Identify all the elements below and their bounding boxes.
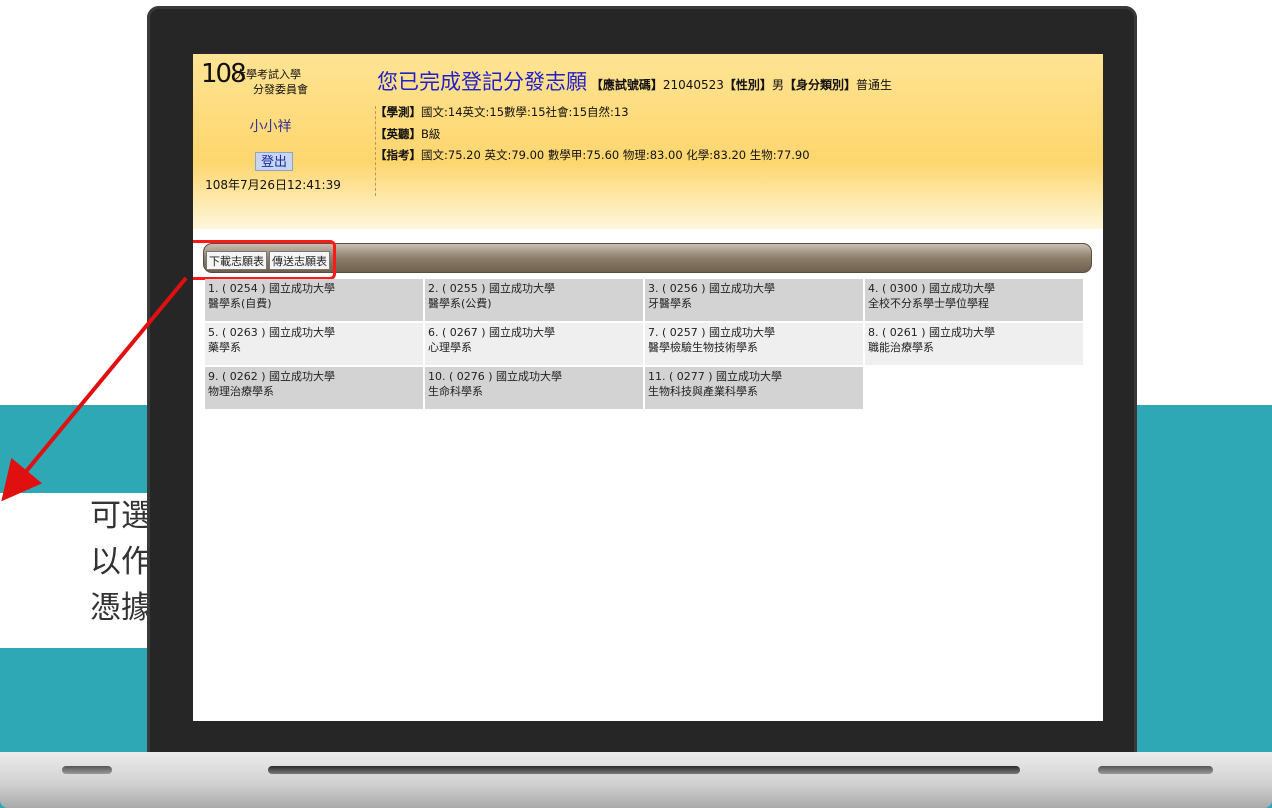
choice-dept: 醫學系(自費) xyxy=(208,297,272,310)
choice-school: 2. ( 0255 ) 國立成功大學 xyxy=(428,282,556,295)
choice-dept: 心理學系 xyxy=(428,341,472,354)
zhike-line: 【指考】國文:75.20 英文:79.00 數學甲:75.60 物理:83.00… xyxy=(375,147,810,163)
choice-item: 1. ( 0254 ) 國立成功大學 醫學系(自費) xyxy=(205,279,423,321)
toolbar xyxy=(203,243,1092,273)
user-name: 小小祥 xyxy=(249,119,292,135)
choice-school: 8. ( 0261 ) 國立成功大學 xyxy=(868,326,996,339)
choice-dept: 職能治療學系 xyxy=(868,341,934,354)
callout-line: 可選 xyxy=(90,498,152,534)
gender-value: 男 xyxy=(771,78,784,92)
choice-dept: 全校不分系學士學位學程 xyxy=(868,297,989,310)
zhike-scores: 國文:75.20 英文:79.00 數學甲:75.60 物理:83.00 化學:… xyxy=(421,148,810,162)
choice-school: 9. ( 0262 ) 國立成功大學 xyxy=(208,370,336,383)
title-line: 您已完成登記分發志願 【應試號碼】21040523【性別】男【身分類別】普通生 xyxy=(377,66,892,96)
listening-grade: B級 xyxy=(421,127,441,141)
choice-item: 2. ( 0255 ) 國立成功大學 醫學系(公費) xyxy=(425,279,643,321)
exam-number: 21040523 xyxy=(662,78,724,92)
field-label: 【英聽】 xyxy=(375,127,421,141)
choice-school: 5. ( 0263 ) 國立成功大學 xyxy=(208,326,336,339)
laptop-base xyxy=(0,752,1272,808)
choice-item: 6. ( 0267 ) 國立成功大學 心理學系 xyxy=(425,323,643,365)
choice-grid: 1. ( 0254 ) 國立成功大學 醫學系(自費) 2. ( 0255 ) 國立… xyxy=(205,279,1085,409)
choice-school: 3. ( 0256 ) 國立成功大學 xyxy=(648,282,776,295)
logout-button[interactable]: 登出 xyxy=(255,152,293,171)
page-title: 您已完成登記分發志願 xyxy=(377,70,587,94)
field-label: 【應試號碼】 xyxy=(590,78,663,92)
choice-item: 8. ( 0261 ) 國立成功大學 職能治療學系 xyxy=(865,323,1083,365)
choice-school: 6. ( 0267 ) 國立成功大學 xyxy=(428,326,556,339)
choice-dept: 藥學系 xyxy=(208,341,241,354)
choice-item: 9. ( 0262 ) 國立成功大學 物理治療學系 xyxy=(205,367,423,409)
field-label: 【身分類別】 xyxy=(783,78,856,92)
base-slot xyxy=(1098,766,1213,774)
choice-dept: 物理治療學系 xyxy=(208,385,274,398)
choice-school: 10. ( 0276 ) 國立成功大學 xyxy=(428,370,563,383)
choice-dept: 生命科學系 xyxy=(428,385,483,398)
choice-school: 4. ( 0300 ) 國立成功大學 xyxy=(868,282,996,295)
choice-school: 11. ( 0277 ) 國立成功大學 xyxy=(648,370,783,383)
logo-text: 大學考試入學 xyxy=(235,68,301,81)
field-label: 【學測】 xyxy=(375,105,421,119)
choice-dept: 牙醫學系 xyxy=(648,297,692,310)
category-value: 普通生 xyxy=(855,78,892,92)
choice-dept: 醫學系(公費) xyxy=(428,297,492,310)
base-slot xyxy=(62,766,112,774)
base-hinge xyxy=(268,766,1020,774)
page-header: 108 大學考試入學 分發委員會 小小祥 登出 108年7月26日12:41:3… xyxy=(193,54,1103,229)
callout-line: 以作 xyxy=(90,544,152,580)
choice-item: 3. ( 0256 ) 國立成功大學 牙醫學系 xyxy=(645,279,863,321)
choice-item: 5. ( 0263 ) 國立成功大學 藥學系 xyxy=(205,323,423,365)
choice-school: 1. ( 0254 ) 國立成功大學 xyxy=(208,282,336,295)
listening-line: 【英聽】B級 xyxy=(375,126,440,142)
choice-school: 7. ( 0257 ) 國立成功大學 xyxy=(648,326,776,339)
choice-dept: 生物科技與產業科學系 xyxy=(648,385,758,398)
screen: 108 大學考試入學 分發委員會 小小祥 登出 108年7月26日12:41:3… xyxy=(193,54,1103,721)
callout-note: 可選 以作 憑據 xyxy=(0,493,166,648)
field-label: 【指考】 xyxy=(375,148,421,162)
choice-item: 7. ( 0257 ) 國立成功大學 醫學檢驗生物技術學系 xyxy=(645,323,863,365)
logo-text: 分發委員會 xyxy=(253,83,308,96)
choice-dept: 醫學檢驗生物技術學系 xyxy=(648,341,758,354)
field-label: 【性別】 xyxy=(723,78,772,92)
choice-item: 10. ( 0276 ) 國立成功大學 生命科學系 xyxy=(425,367,643,409)
choice-item: 11. ( 0277 ) 國立成功大學 生物科技與產業科學系 xyxy=(645,367,863,409)
login-datetime: 108年7月26日12:41:39 xyxy=(205,178,341,192)
callout-line: 憑據 xyxy=(90,590,152,626)
highlight-box xyxy=(193,240,336,280)
xuece-scores: 國文:14英文:15數學:15社會:15自然:13 xyxy=(421,105,629,119)
choice-item: 4. ( 0300 ) 國立成功大學 全校不分系學士學位學程 xyxy=(865,279,1083,321)
xuece-line: 【學測】國文:14英文:15數學:15社會:15自然:13 xyxy=(375,104,629,120)
